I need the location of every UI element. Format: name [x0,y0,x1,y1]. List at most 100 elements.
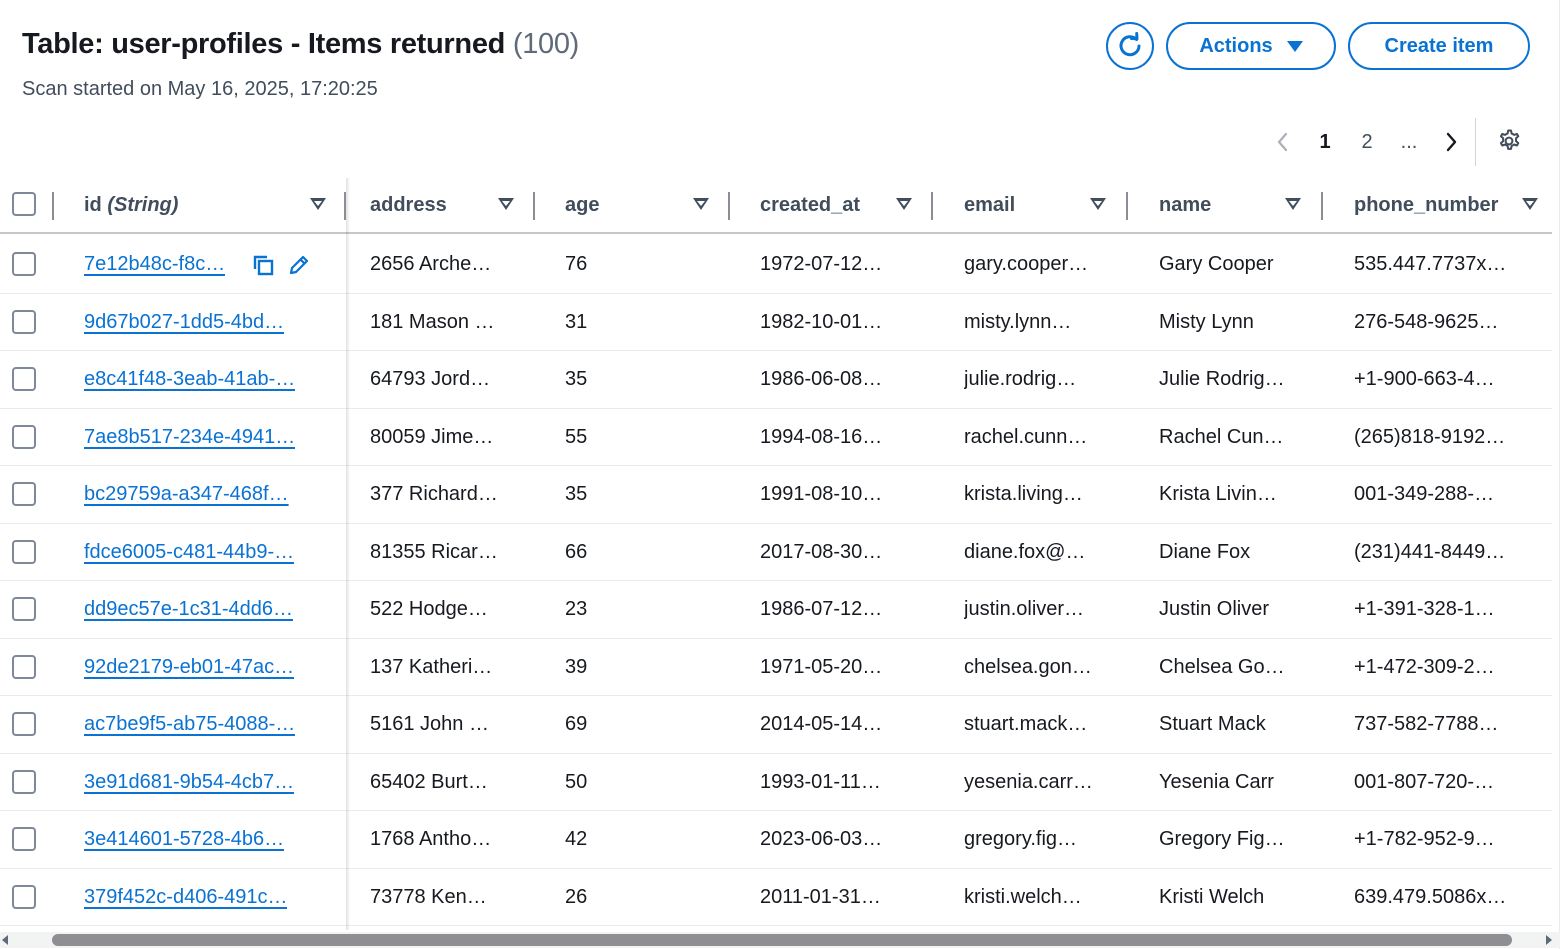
select-all-checkbox[interactable] [12,192,36,216]
cell-id[interactable]: dd9ec57e-1c31-4dd6… [84,581,293,638]
cell-address: 377 Richard… [370,483,498,505]
gear-icon [1499,129,1520,150]
cell-phone-number: 535.447.7737x… [1354,253,1507,275]
table-panel: Table: user-profiles - Items returned (1… [0,0,1560,949]
column-header-id[interactable]: id (String) [84,178,346,232]
row-select-checkbox[interactable] [12,482,36,506]
cell-age: 23 [565,598,588,620]
create-item-label: Create item [1384,34,1494,57]
row-select-checkbox[interactable] [12,309,36,334]
row-select-checkbox[interactable] [12,597,36,621]
scrollbar-thumb[interactable] [52,934,1512,946]
cell-phone-number: +1-782-952-9… [1354,828,1495,850]
cell-email: rachel.cunn… [964,425,1088,448]
table-row: 3e414601-5728-4b6… 1768 Antho… 42 2023-06-0… [0,811,1552,869]
actions-dropdown-button[interactable]: Actions [1166,22,1336,70]
row-select-checkbox[interactable] [12,654,36,679]
cell-id[interactable]: e8c41f48-3eab-41ab-… [84,351,295,408]
column-label: age [565,193,600,216]
cell-name: Yesenia Carr [1159,770,1274,793]
page-2-button[interactable]: 2 [1346,120,1388,164]
edit-button[interactable] [286,252,312,278]
sort-icon[interactable] [310,198,326,210]
cell-created-at: 2011-01-31… [760,885,881,908]
create-item-button[interactable]: Create item [1348,22,1530,70]
column-header-name[interactable]: name [1159,178,1323,232]
sort-icon[interactable] [896,198,912,210]
page-1-button[interactable]: 1 [1304,120,1346,164]
cell-id[interactable]: 3e414601-5728-4b6… [84,811,284,868]
row-select-checkbox[interactable] [12,769,36,794]
row-select-checkbox[interactable] [12,712,36,736]
column-label: phone_number [1354,193,1499,216]
scroll-left-icon[interactable] [2,935,8,945]
cell-id[interactable]: bc29759a-a347-468f… [84,466,289,523]
horizontal-scrollbar[interactable] [0,932,1560,948]
cell-id[interactable]: ac7be9f5-ab75-4088-… [84,696,295,753]
cell-id[interactable]: 3e91d681-9b54-4cb7… [84,754,294,811]
sort-icon[interactable] [1522,198,1538,210]
cell-age: 55 [565,425,588,448]
page-title: Table: user-profiles - Items returned (1… [22,28,579,61]
row-select-checkbox[interactable] [12,252,36,276]
chevron-right-icon [1446,132,1457,152]
row-select-checkbox[interactable] [12,539,36,564]
cell-email: kristi.welch… [964,885,1082,908]
scroll-right-icon[interactable] [1546,935,1552,945]
table-preferences-button[interactable] [1490,122,1528,160]
cell-age: 26 [565,885,588,908]
cell-name: Krista Livin… [1159,483,1277,505]
item-count: (100) [512,28,580,60]
cell-id[interactable]: 92de2179-eb01-47ac… [84,639,294,696]
column-header-age[interactable]: age [565,178,729,232]
cell-id[interactable]: fdce6005-c481-44b9-… [84,524,294,581]
cell-created-at: 2017-08-30… [760,540,883,563]
cell-age: 42 [565,828,588,850]
cell-name: Justin Oliver [1159,598,1270,620]
row-select-checkbox[interactable] [12,827,36,851]
cell-age: 50 [565,770,588,793]
column-header-created-at[interactable]: created_at [760,178,924,232]
cell-created-at: 1986-06-08… [760,368,883,390]
table-row: 7e12b48c-f8c… 2656 Arche… 76 1972-07-12… gar… [0,236,1552,294]
column-header-address[interactable]: address [370,178,534,232]
column-label: id [84,193,102,216]
sort-icon[interactable] [693,198,709,210]
row-select-checkbox[interactable] [12,884,36,909]
column-separator [1126,192,1128,220]
cell-phone-number: 639.479.5086x… [1354,885,1507,908]
cell-address: 5161 John … [370,713,489,735]
sort-icon[interactable] [1285,198,1301,210]
cell-email: diane.fox@… [964,540,1086,563]
cell-address: 65402 Burt… [370,770,488,793]
table-row: fdce6005-c481-44b9-… 81355 Ricar… 66 2017-0… [0,524,1552,581]
column-separator [52,192,54,220]
row-select-checkbox[interactable] [12,424,36,449]
cell-phone-number: 276-548-9625… [1354,310,1499,333]
column-separator [533,192,535,220]
table-row: 379f452c-d406-491c… 73778 Ken… 26 2011-01-3… [0,869,1552,926]
copy-button[interactable] [250,252,276,278]
cell-id[interactable]: 379f452c-d406-491c… [84,869,287,926]
sort-icon[interactable] [498,198,514,210]
cell-age: 76 [565,253,588,275]
cell-created-at: 1972-07-12… [760,253,883,275]
scan-timestamp: Scan started on May 16, 2025, 17:20:25 [22,78,378,100]
column-header-phone-number[interactable]: phone_number [1354,178,1548,232]
cell-age: 66 [565,540,588,563]
row-select-checkbox[interactable] [12,367,36,391]
sort-icon[interactable] [1090,198,1106,210]
column-separator [728,192,730,220]
cell-email: justin.oliver… [964,598,1085,620]
cell-name: Chelsea Go… [1159,655,1285,678]
cell-id[interactable]: 9d67b027-1dd5-4bd… [84,294,284,351]
copy-icon [253,255,274,276]
cell-name: Misty Lynn [1159,310,1254,333]
cell-id[interactable]: 7ae8b517-234e-4941… [84,409,295,466]
next-page-button[interactable] [1430,120,1472,164]
previous-page-button[interactable] [1262,120,1304,164]
table-row: bc29759a-a347-468f… 377 Richard… 35 1991-08… [0,466,1552,524]
column-header-email[interactable]: email [964,178,1128,232]
cell-id[interactable]: 7e12b48c-f8c… [84,236,225,293]
refresh-button[interactable] [1106,22,1154,70]
